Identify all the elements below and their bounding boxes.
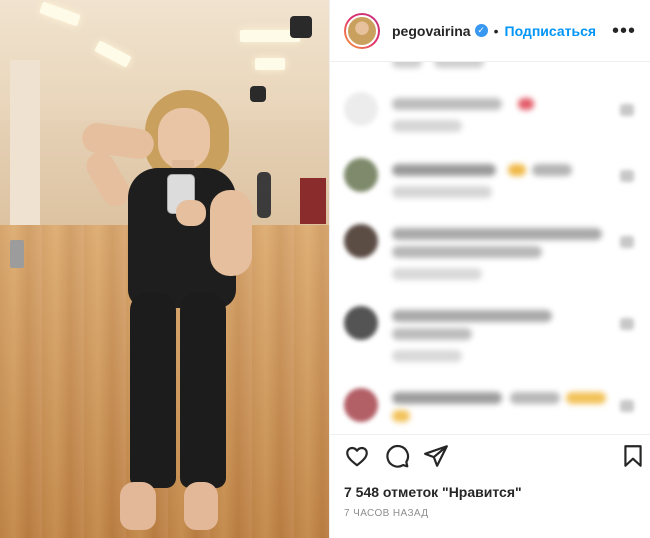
post-header: pegovairina ✓ • Подписаться •••: [330, 0, 650, 62]
comment-text-blurred: [392, 246, 542, 258]
comment-avatar: [344, 224, 378, 258]
comment-like-icon[interactable]: [620, 318, 634, 330]
comment-item: [344, 158, 634, 214]
right-leg: [180, 292, 226, 488]
speaker: [250, 86, 266, 102]
comment-text-blurred: [392, 328, 472, 340]
comment-text-blurred: [392, 392, 502, 404]
separator-dot: •: [493, 22, 499, 39]
comment-like-icon[interactable]: [620, 400, 634, 412]
comment-meta-blurred: [392, 350, 462, 362]
comment-emoji-blurred: [392, 410, 410, 422]
right-foot: [184, 482, 218, 530]
comment-icon[interactable]: [384, 443, 410, 469]
comment-avatar: [344, 388, 378, 422]
username-link[interactable]: pegovairina: [392, 23, 471, 39]
avatar-image: [346, 14, 378, 47]
comment-text-blurred: [392, 228, 602, 240]
left-foot: [120, 482, 156, 530]
post-timestamp[interactable]: 7 часов назад: [344, 508, 428, 519]
action-bar: [330, 434, 650, 474]
bookmark-icon[interactable]: [620, 443, 646, 469]
gym-equipment: [300, 178, 326, 224]
trash-can: [10, 240, 24, 268]
comment-like-icon[interactable]: [620, 236, 634, 248]
comment-text-blurred: [392, 98, 502, 110]
right-arm: [210, 190, 252, 276]
comment-avatar: [344, 92, 378, 126]
comment-avatar: [344, 158, 378, 192]
paper-plane-icon[interactable]: [423, 443, 449, 469]
comment-item: [344, 224, 634, 280]
post-sidebar: pegovairina ✓ • Подписаться ••• 7 548 от…: [329, 0, 650, 538]
comment-text-blurred: [392, 310, 552, 322]
comment-meta-blurred: [392, 186, 492, 198]
comment-emoji-blurred: [566, 392, 606, 404]
comment-item: [344, 306, 634, 362]
comment-text-blurred: [510, 392, 560, 404]
comment-meta-blurred: [392, 268, 482, 280]
avatar[interactable]: [344, 12, 380, 49]
follow-button[interactable]: Подписаться: [505, 23, 597, 39]
comment-like-icon[interactable]: [620, 104, 634, 116]
comment-emoji-blurred: [518, 98, 534, 110]
comment-like-icon[interactable]: [620, 170, 634, 182]
verified-badge-icon: ✓: [474, 24, 488, 37]
likes-count[interactable]: 7 548 отметок "Нравится": [344, 484, 522, 500]
comment-meta-blurred: [392, 120, 462, 132]
post-photo[interactable]: [0, 0, 329, 538]
comments-list[interactable]: [330, 62, 650, 434]
comment-emoji-blurred: [508, 164, 526, 176]
more-options-icon[interactable]: •••: [612, 20, 636, 43]
comment-reply-blurred: [434, 62, 484, 68]
comment-meta-blurred: [392, 62, 422, 68]
left-leg: [130, 292, 176, 488]
background-person: [257, 172, 271, 218]
ceiling-light: [255, 58, 285, 70]
hand: [176, 200, 206, 226]
comment-item: [344, 92, 634, 148]
speaker: [290, 16, 312, 38]
comment-avatar: [344, 306, 378, 340]
comment-text-blurred: [532, 164, 572, 176]
comment-item: [344, 388, 634, 434]
heart-icon[interactable]: [344, 443, 370, 469]
comment-text-blurred: [392, 164, 496, 176]
